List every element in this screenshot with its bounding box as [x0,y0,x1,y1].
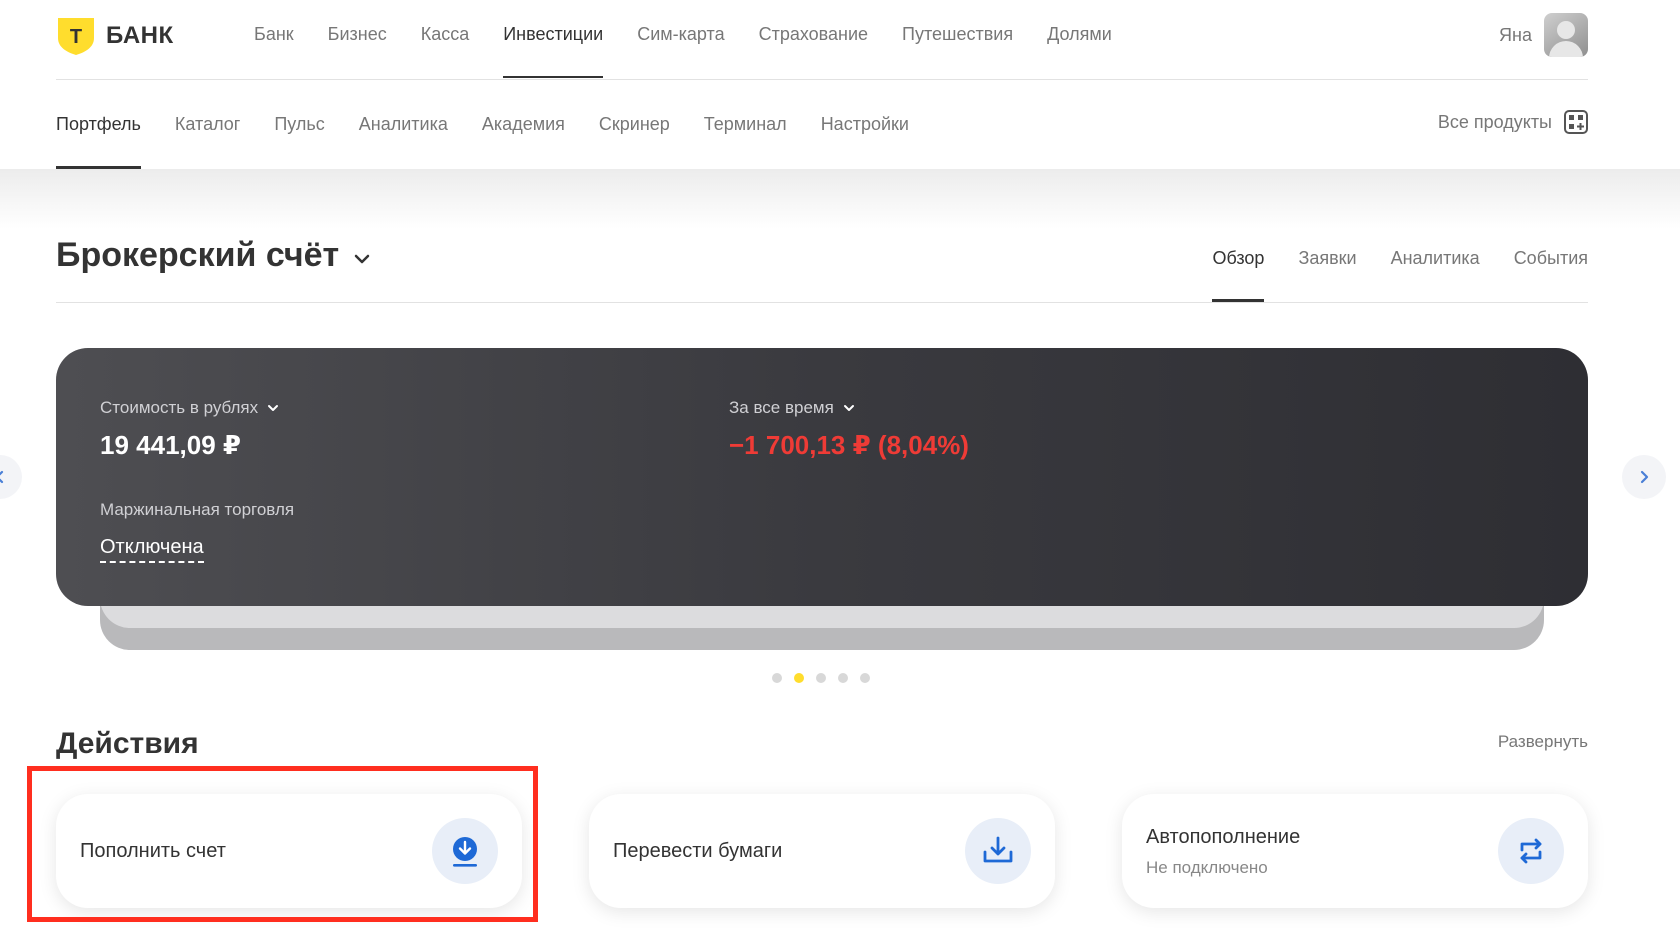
account-divider [56,302,1588,303]
auto-deposit-status: Не подключено [1146,858,1268,877]
brand-logo[interactable]: Т БАНК [56,16,174,56]
brand-logo-letter: Т [70,26,82,48]
repeat-arrows-icon-wrap [1498,818,1564,884]
user-menu[interactable]: Яна [1499,13,1588,57]
main-nav-item-investments[interactable]: Инвестиции [503,0,603,80]
investments-subnav: Портфель Каталог Пульс Аналитика Академи… [0,80,1680,169]
grid-plus-icon [1564,110,1588,134]
main-nav-item-kassa[interactable]: Касса [421,0,470,80]
profit-loss-value: −1 700,13 ₽ (8,04%) [729,430,969,460]
main-nav-item-bank[interactable]: Банк [254,0,294,80]
period-selector[interactable]: За все время [729,398,856,418]
main-nav: Банк Бизнес Касса Инвестиции Сим-карта С… [254,0,1146,80]
subnav-item-analytics[interactable]: Аналитика [359,80,448,169]
main-nav-item-insurance[interactable]: Страхование [759,0,868,80]
action-label: Автопополнение [1146,826,1301,848]
chevron-down-icon [843,405,854,411]
subnav-item-terminal[interactable]: Терминал [704,80,787,169]
subnav-item-portfolio[interactable]: Портфель [56,80,141,169]
page-title: Брокерский счёт [56,236,340,274]
main-nav-item-travel[interactable]: Путешествия [902,0,1013,80]
value-currency-selector[interactable]: Стоимость в рублях [100,398,280,418]
actions-title: Действия [56,727,199,760]
margin-trading-label: Маржинальная торговля [100,500,295,519]
transfer-securities-card[interactable]: Перевести бумаги [589,794,1055,908]
chevron-down-icon [354,254,370,263]
portfolio-value: 19 441,09 ₽ [100,430,241,460]
top-navigation-bar: Т БАНК Банк Бизнес Касса Инвестиции Сим-… [0,0,1680,80]
all-products-label: Все продукты [1437,111,1552,132]
account-selector[interactable]: Брокерский счёт [56,236,373,275]
all-products-button[interactable]: Все продукты [1438,108,1590,136]
subnav-item-catalog[interactable]: Каталог [175,80,240,169]
value-label: Стоимость в рублях [100,398,259,417]
period-label: За все время [729,398,834,417]
chevron-down-icon [268,405,279,411]
brand-name: БАНК [106,22,174,49]
subnav-item-screener[interactable]: Скринер [599,80,670,169]
carousel-dot[interactable] [838,673,848,683]
header-shadow [0,169,1680,229]
carousel-dot[interactable] [816,673,826,683]
main-nav-item-business[interactable]: Бизнес [328,0,387,80]
subnav-item-settings[interactable]: Настройки [821,80,909,169]
carousel-dots [772,673,882,683]
carousel-dot[interactable] [772,673,782,683]
carousel-dot-active[interactable] [794,673,804,683]
chevron-right-icon [1640,470,1649,484]
repeat-arrows-icon [1520,838,1542,864]
avatar[interactable] [1544,13,1588,57]
main-nav-item-sim-card[interactable]: Сим-карта [637,0,724,80]
tab-analytics[interactable]: Аналитика [1391,236,1480,280]
tray-download-icon [983,836,1013,863]
portfolio-summary-card: Стоимость в рублях 19 441,09 ₽ За все вр… [56,348,1588,606]
expand-actions-link[interactable]: Развернуть [1498,732,1588,752]
tab-orders[interactable]: Заявки [1298,236,1356,280]
tab-events[interactable]: События [1514,236,1588,280]
chevron-left-icon [0,470,4,484]
subnav-item-pulse[interactable]: Пульс [274,80,324,169]
user-name: Яна [1499,24,1532,45]
action-label: Перевести бумаги [613,840,783,862]
tab-overview[interactable]: Обзор [1212,236,1265,302]
tray-download-icon-wrap [965,818,1031,884]
margin-trading-status-link[interactable]: Отключена [100,536,204,563]
subnav-item-academy[interactable]: Академия [482,80,565,169]
main-nav-item-installments[interactable]: Долями [1047,0,1112,80]
brand-shield-icon: Т [58,18,94,55]
carousel-next-button[interactable] [1622,455,1666,499]
carousel-dot[interactable] [860,673,870,683]
auto-deposit-card[interactable]: Автопополнение Не подключено [1122,794,1588,908]
carousel-prev-button[interactable] [0,455,22,499]
highlight-annotation [27,766,538,922]
account-tabs: Обзор Заявки Аналитика События [1178,236,1588,302]
